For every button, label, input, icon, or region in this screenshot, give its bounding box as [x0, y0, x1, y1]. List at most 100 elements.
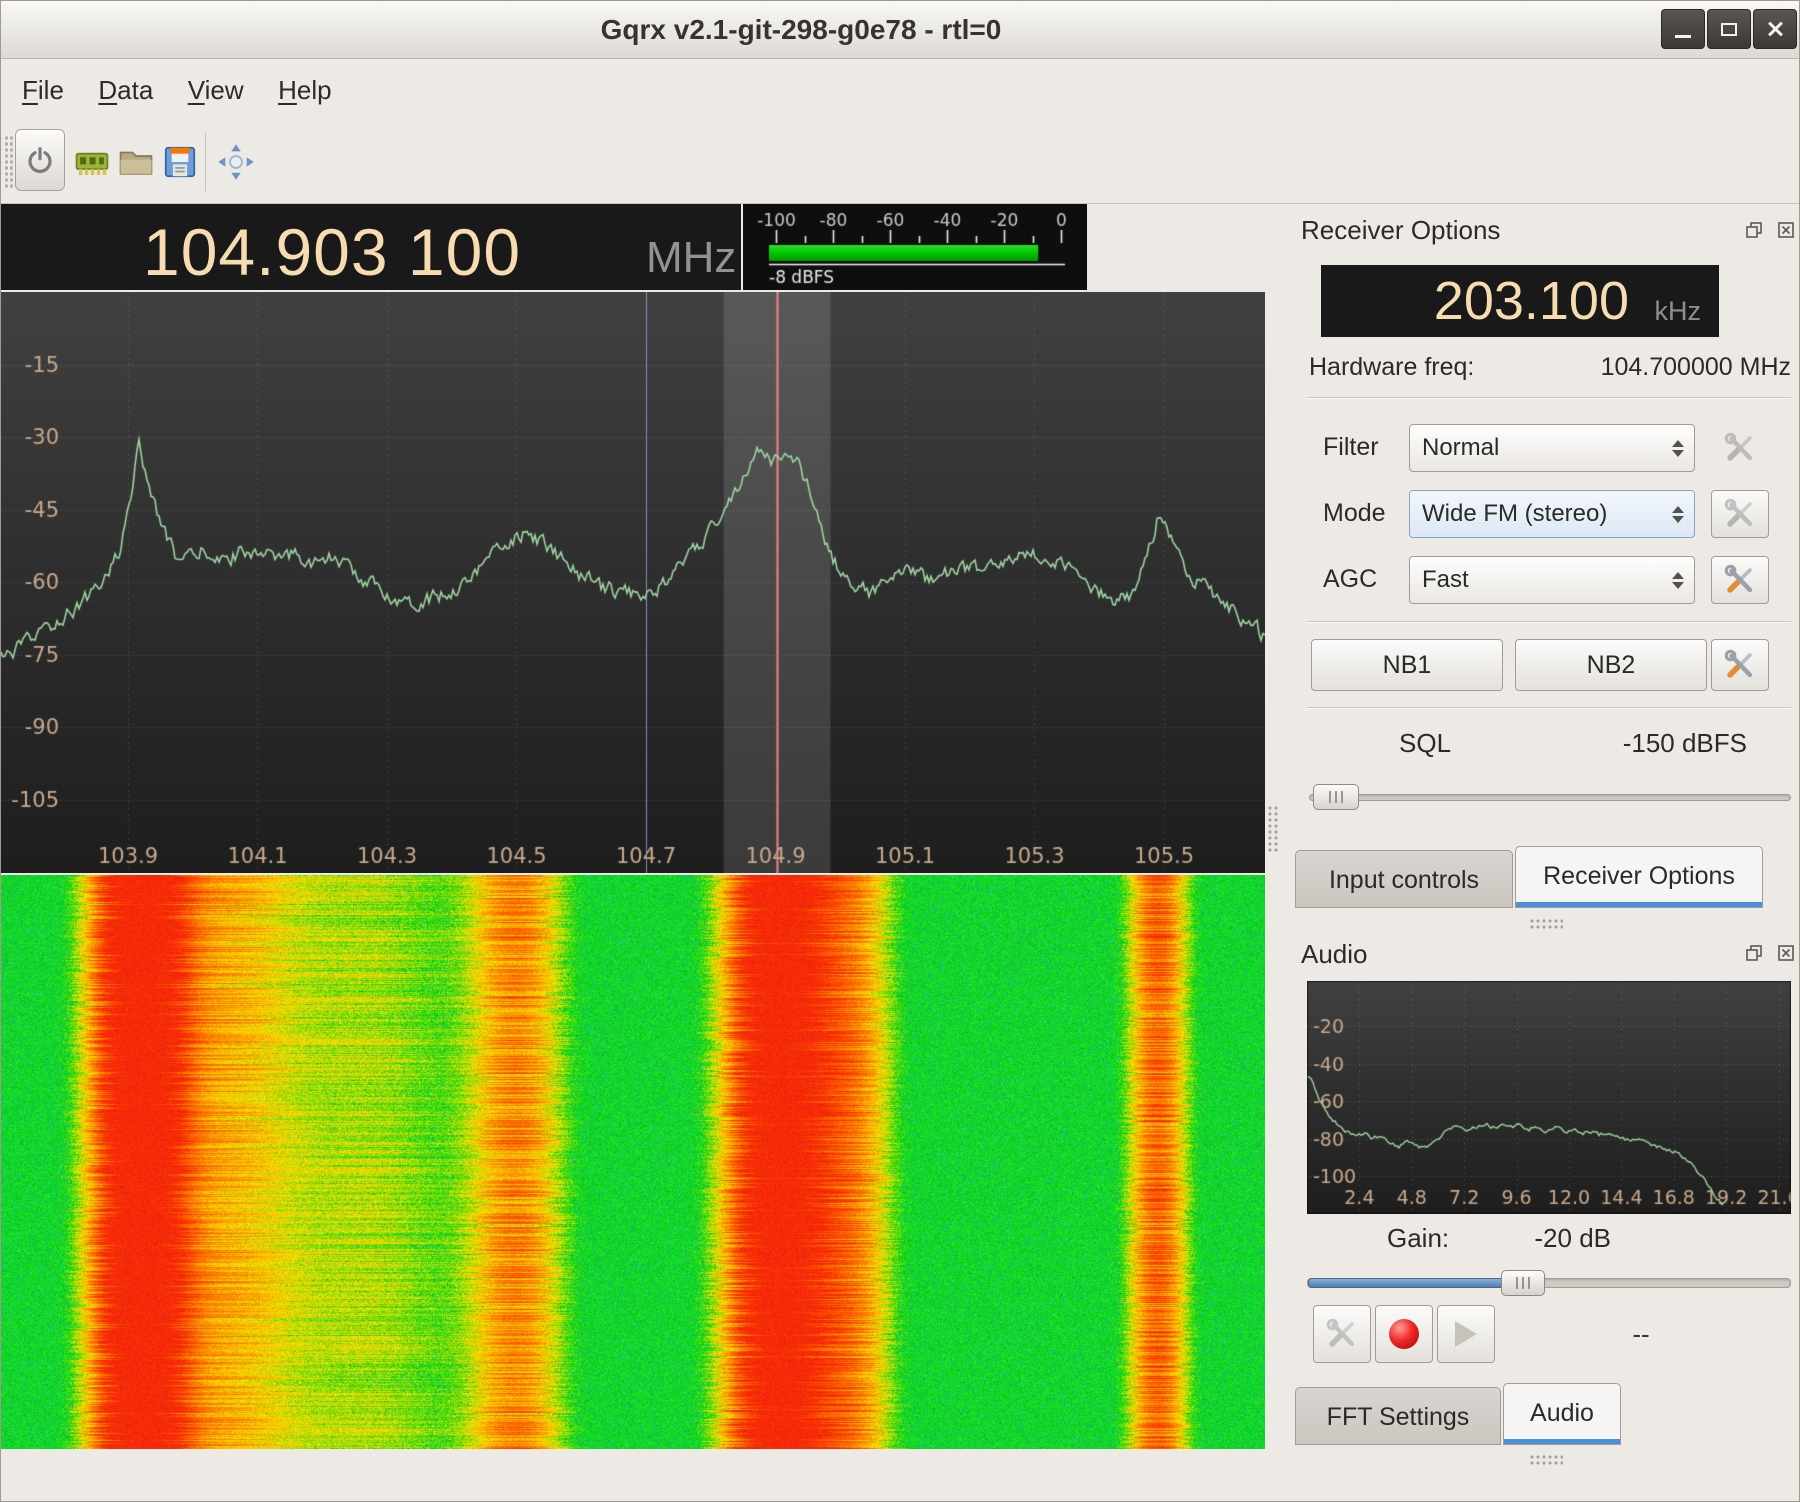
toolbar-drag-handle[interactable]	[4, 135, 13, 189]
gain-slider-handle[interactable]	[1501, 1270, 1545, 1296]
sql-slider-handle[interactable]	[1313, 784, 1359, 810]
gain-slider-fill	[1308, 1278, 1520, 1288]
frequency-digits[interactable]: 104.903 100	[143, 219, 521, 285]
offset-digits[interactable]: 203.100	[1434, 274, 1629, 328]
nb2-button[interactable]: NB2	[1515, 639, 1707, 691]
nb1-label: NB1	[1383, 651, 1432, 680]
tab-label: Audio	[1530, 1399, 1594, 1427]
tab-label: FFT Settings	[1327, 1403, 1470, 1431]
config-tools-icon	[1723, 497, 1757, 531]
gain-slider[interactable]	[1307, 1267, 1791, 1299]
sql-slider[interactable]	[1309, 782, 1791, 812]
pan-mode-button[interactable]	[213, 139, 259, 185]
minimize-icon	[1675, 35, 1691, 38]
sql-value: -150 dBFS	[1521, 728, 1747, 759]
menu-view[interactable]: View	[173, 59, 259, 121]
mode-label: Mode	[1323, 499, 1386, 528]
dock-float-button[interactable]	[1743, 942, 1765, 964]
save-floppy-icon	[161, 143, 199, 181]
record-icon	[1389, 1319, 1419, 1349]
tab-label: Input controls	[1329, 866, 1479, 894]
gain-label: Gain:	[1387, 1223, 1449, 1254]
agc-select[interactable]: Fast	[1409, 556, 1695, 604]
save-button[interactable]	[157, 139, 203, 185]
slider-grip-icon	[1516, 1277, 1530, 1289]
open-folder-icon	[117, 143, 155, 181]
combo-arrows-icon	[1672, 425, 1684, 471]
dock-float-button[interactable]	[1743, 219, 1765, 241]
config-tools-icon	[1723, 431, 1757, 465]
restore-icon	[1744, 943, 1764, 963]
pan-arrows-icon	[217, 143, 255, 181]
close-box-icon	[1776, 220, 1796, 240]
gain-value: -20 dB	[1491, 1223, 1611, 1254]
separator	[1307, 621, 1791, 622]
open-file-button[interactable]	[113, 139, 159, 185]
dock-close-button[interactable]	[1775, 942, 1797, 964]
menu-file[interactable]: File	[7, 59, 79, 121]
separator	[1307, 707, 1791, 708]
menu-help[interactable]: Help	[263, 59, 346, 121]
separator	[1307, 397, 1791, 398]
mode-config-button[interactable]	[1711, 490, 1769, 538]
nb-config-button[interactable]	[1711, 639, 1769, 691]
panel-splitter-handle[interactable]	[1267, 805, 1279, 853]
dock-close-button[interactable]	[1775, 219, 1797, 241]
tab-receiver-options[interactable]: Receiver Options	[1515, 846, 1763, 908]
tab-input-controls[interactable]: Input controls	[1295, 850, 1513, 908]
close-icon	[1766, 20, 1784, 38]
nb1-button[interactable]: NB1	[1311, 639, 1503, 691]
frequency-display[interactable]: 104.903 100 MHz	[1, 204, 741, 290]
recording-status: --	[1591, 1319, 1691, 1350]
mode-select[interactable]: Wide FM (stereo)	[1409, 490, 1695, 538]
restore-icon	[1744, 220, 1764, 240]
config-tools-icon	[1325, 1317, 1359, 1351]
nb2-label: NB2	[1587, 651, 1636, 680]
close-box-icon	[1776, 943, 1796, 963]
window-title: Gqrx v2.1-git-298-g0e78 - rtl=0	[301, 14, 1301, 46]
agc-value: Fast	[1422, 566, 1469, 593]
slider-grip-icon	[1329, 791, 1343, 803]
maximize-button[interactable]	[1707, 9, 1751, 49]
channel-offset-display[interactable]: 203.100 kHz	[1321, 265, 1719, 337]
audio-config-button[interactable]	[1313, 1305, 1371, 1363]
title-bar: Gqrx v2.1-git-298-g0e78 - rtl=0	[1, 1, 1800, 59]
frequency-unit: MHz	[646, 236, 736, 280]
sql-label: SQL	[1399, 728, 1451, 759]
hardware-freq-value: 104.700000 MHz	[1601, 353, 1791, 382]
audio-spectrum-plot	[1307, 981, 1791, 1214]
spectrum-plot[interactable]	[1, 292, 1265, 873]
start-dsp-button[interactable]	[15, 129, 65, 191]
power-icon	[25, 145, 55, 175]
agc-config-button[interactable]	[1711, 556, 1769, 604]
close-button[interactable]	[1753, 9, 1797, 49]
audio-title: Audio	[1301, 939, 1368, 970]
sql-slider-groove[interactable]	[1309, 794, 1791, 801]
signal-strength-meter	[743, 204, 1087, 290]
gqrx-window: Gqrx v2.1-git-298-g0e78 - rtl=0 File Dat…	[0, 0, 1800, 1502]
filter-label: Filter	[1323, 433, 1379, 462]
device-config-button[interactable]	[69, 139, 115, 185]
agc-label: AGC	[1323, 565, 1377, 594]
device-chip-icon	[73, 143, 111, 181]
toolbar-separator	[205, 133, 206, 191]
tab-audio[interactable]: Audio	[1503, 1383, 1621, 1445]
filter-select[interactable]: Normal	[1409, 424, 1695, 472]
tab-label: Receiver Options	[1543, 862, 1735, 890]
play-icon	[1455, 1321, 1477, 1347]
waterfall-display[interactable]	[1, 875, 1265, 1449]
combo-arrows-icon	[1672, 491, 1684, 537]
menu-bar: File Data View Help	[1, 59, 1800, 121]
filter-config-button[interactable]	[1711, 424, 1769, 472]
audio-record-button[interactable]	[1375, 1305, 1433, 1363]
receiver-options-title: Receiver Options	[1301, 215, 1500, 246]
mode-value: Wide FM (stereo)	[1422, 500, 1607, 527]
config-tools-icon	[1723, 648, 1757, 682]
audio-play-button[interactable]	[1437, 1305, 1495, 1363]
menu-data[interactable]: Data	[83, 59, 168, 121]
toolbar	[1, 121, 1800, 204]
dock-resize-handle[interactable]	[1529, 1454, 1563, 1466]
tab-fft-settings[interactable]: FFT Settings	[1295, 1387, 1501, 1445]
dock-resize-handle[interactable]	[1529, 918, 1563, 930]
minimize-button[interactable]	[1661, 9, 1705, 49]
